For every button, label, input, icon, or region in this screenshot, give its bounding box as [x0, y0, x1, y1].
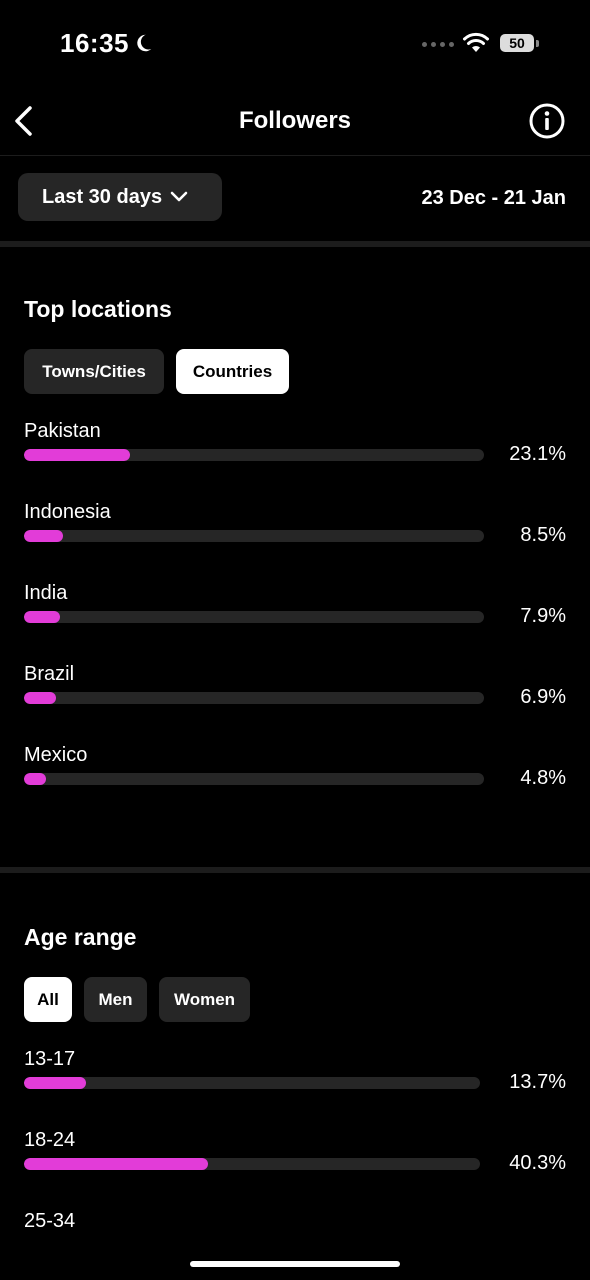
- age-row-label: 18-24: [24, 1129, 76, 1151]
- status-time: 16:35: [60, 28, 129, 58]
- location-row-bar-fill: [24, 530, 64, 542]
- location-row-bar-track: [24, 530, 484, 542]
- tab-countries[interactable]: Countries: [176, 349, 289, 394]
- moon-icon: [137, 34, 152, 52]
- location-row-bar-track: [24, 449, 484, 461]
- cellular-signal-icon: [422, 42, 454, 47]
- page-title: Followers: [238, 107, 352, 134]
- top-locations-title: Top locations: [24, 296, 172, 322]
- location-row-percent: 8.5%: [520, 524, 566, 546]
- age-row-bar-track: [24, 1077, 480, 1089]
- battery-icon: 50: [500, 34, 539, 54]
- age-row-label: 13-17: [24, 1048, 76, 1070]
- location-row-bar-fill: [24, 611, 61, 623]
- location-row-percent: 6.9%: [520, 686, 566, 708]
- location-row-bar-track: [24, 773, 484, 785]
- header-divider: [0, 155, 590, 156]
- age-row-bar-fill: [24, 1077, 87, 1089]
- tab-women[interactable]: Women: [159, 977, 250, 1022]
- location-row-bar-track: [24, 692, 484, 704]
- location-row-label: Brazil: [24, 663, 75, 685]
- location-row-percent: 7.9%: [520, 605, 566, 627]
- location-row-label: Mexico: [24, 744, 88, 766]
- age-row-bar-track: [24, 1158, 480, 1170]
- tab-all[interactable]: All: [24, 977, 72, 1022]
- info-icon[interactable]: [528, 102, 566, 140]
- chevron-down-icon: [170, 191, 188, 202]
- location-row-bar-fill: [24, 449, 131, 461]
- tab-towns-cities[interactable]: Towns/Cities: [24, 349, 164, 394]
- location-row-percent: 23.1%: [509, 443, 566, 465]
- location-row-label: India: [24, 582, 68, 604]
- age-row-percent: 40.3%: [509, 1152, 566, 1174]
- location-row-bar-track: [24, 611, 484, 623]
- location-row-label: Pakistan: [24, 420, 101, 442]
- home-indicator[interactable]: [190, 1261, 400, 1267]
- age-row-label: 25-34: [24, 1210, 76, 1232]
- location-row-bar-fill: [24, 773, 47, 785]
- age-row-bar-fill: [24, 1158, 208, 1170]
- location-row-percent: 4.8%: [520, 767, 566, 789]
- date-range-text: 23 Dec - 21 Jan: [421, 187, 566, 209]
- date-range-dropdown-label: Last 30 days: [42, 185, 163, 208]
- date-range-dropdown[interactable]: Last 30 days: [18, 173, 222, 221]
- age-range-title: Age range: [24, 924, 137, 950]
- tab-men[interactable]: Men: [84, 977, 147, 1022]
- location-row-bar-fill: [24, 692, 56, 704]
- section-divider: [0, 241, 590, 247]
- location-row-label: Indonesia: [24, 501, 111, 523]
- age-row-percent: 13.7%: [509, 1071, 566, 1093]
- section-divider: [0, 867, 590, 873]
- wifi-icon: [463, 32, 489, 52]
